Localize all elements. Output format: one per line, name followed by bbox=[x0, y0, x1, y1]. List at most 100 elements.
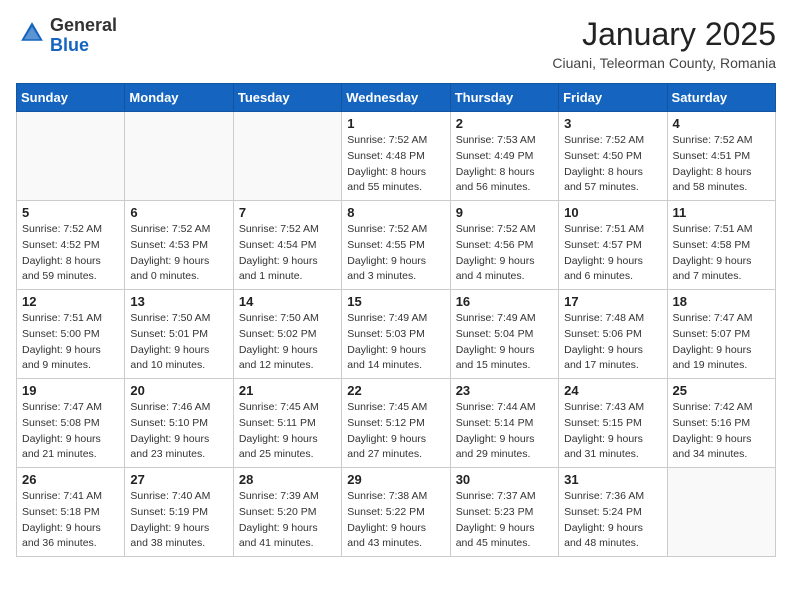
weekday-header-sunday: Sunday bbox=[17, 84, 125, 112]
day-number: 5 bbox=[22, 205, 119, 220]
logo-general-text: General bbox=[50, 15, 117, 35]
day-info: Sunrise: 7:39 AM Sunset: 5:20 PM Dayligh… bbox=[239, 489, 336, 552]
day-info: Sunrise: 7:40 AM Sunset: 5:19 PM Dayligh… bbox=[130, 489, 227, 552]
calendar-cell: 20Sunrise: 7:46 AM Sunset: 5:10 PM Dayli… bbox=[125, 379, 233, 468]
day-info: Sunrise: 7:52 AM Sunset: 4:55 PM Dayligh… bbox=[347, 222, 444, 285]
calendar-cell: 27 Sunrise: 7:40 AM Sunset: 5:19 PM Dayli… bbox=[125, 468, 233, 557]
day-info: Sunrise: 7:47 AM Sunset: 5:08 PM Dayligh… bbox=[22, 400, 119, 463]
title-area: January 2025 Ciuani, Teleorman County, R… bbox=[552, 16, 776, 71]
calendar-cell bbox=[125, 112, 233, 201]
calendar-cell: 8 Sunrise: 7:52 AM Sunset: 4:55 PM Daylig… bbox=[342, 201, 450, 290]
day-number: 16 bbox=[456, 294, 553, 309]
day-info: Sunrise: 7:52 AM Sunset: 4:48 PM Dayligh… bbox=[347, 133, 444, 196]
day-number: 8 bbox=[347, 205, 444, 220]
day-number: 4 bbox=[673, 116, 770, 131]
day-number: 27 bbox=[130, 472, 227, 487]
weekday-header-friday: Friday bbox=[559, 84, 667, 112]
day-info: Sunrise: 7:49 AM Sunset: 5:04 PM Dayligh… bbox=[456, 311, 553, 374]
calendar-cell: 29 Sunrise: 7:38 AM Sunset: 5:22 PM Dayli… bbox=[342, 468, 450, 557]
calendar-cell: 25 Sunrise: 7:42 AM Sunset: 5:16 PM Dayli… bbox=[667, 379, 775, 468]
day-number: 26 bbox=[22, 472, 119, 487]
calendar-cell bbox=[667, 468, 775, 557]
day-number: 31 bbox=[564, 472, 661, 487]
page-header: General Blue January 2025 Ciuani, Teleor… bbox=[16, 16, 776, 71]
day-number: 25 bbox=[673, 383, 770, 398]
calendar-cell: 10Sunrise: 7:51 AM Sunset: 4:57 PM Dayli… bbox=[559, 201, 667, 290]
location-text: Ciuani, Teleorman County, Romania bbox=[552, 55, 776, 71]
day-info: Sunrise: 7:50 AM Sunset: 5:01 PM Dayligh… bbox=[130, 311, 227, 374]
calendar-week-row: 19 Sunrise: 7:47 AM Sunset: 5:08 PM Dayli… bbox=[17, 379, 776, 468]
calendar-week-row: 5Sunrise: 7:52 AM Sunset: 4:52 PM Daylig… bbox=[17, 201, 776, 290]
calendar-cell: 14Sunrise: 7:50 AM Sunset: 5:02 PM Dayli… bbox=[233, 290, 341, 379]
calendar-table: SundayMondayTuesdayWednesdayThursdayFrid… bbox=[16, 83, 776, 557]
logo-icon bbox=[18, 19, 46, 47]
day-info: Sunrise: 7:51 AM Sunset: 4:58 PM Dayligh… bbox=[673, 222, 770, 285]
day-number: 18 bbox=[673, 294, 770, 309]
day-number: 24 bbox=[564, 383, 661, 398]
calendar-cell bbox=[17, 112, 125, 201]
weekday-header-tuesday: Tuesday bbox=[233, 84, 341, 112]
day-info: Sunrise: 7:38 AM Sunset: 5:22 PM Dayligh… bbox=[347, 489, 444, 552]
calendar-cell: 2 Sunrise: 7:53 AM Sunset: 4:49 PM Daylig… bbox=[450, 112, 558, 201]
calendar-cell: 31 Sunrise: 7:36 AM Sunset: 5:24 PM Dayli… bbox=[559, 468, 667, 557]
weekday-header-row: SundayMondayTuesdayWednesdayThursdayFrid… bbox=[17, 84, 776, 112]
day-number: 1 bbox=[347, 116, 444, 131]
day-number: 23 bbox=[456, 383, 553, 398]
calendar-cell: 7Sunrise: 7:52 AM Sunset: 4:54 PM Daylig… bbox=[233, 201, 341, 290]
day-info: Sunrise: 7:52 AM Sunset: 4:50 PM Dayligh… bbox=[564, 133, 661, 196]
day-number: 17 bbox=[564, 294, 661, 309]
day-number: 21 bbox=[239, 383, 336, 398]
calendar-cell: 30 Sunrise: 7:37 AM Sunset: 5:23 PM Dayli… bbox=[450, 468, 558, 557]
calendar-cell: 21 Sunrise: 7:45 AM Sunset: 5:11 PM Dayli… bbox=[233, 379, 341, 468]
calendar-cell: 28 Sunrise: 7:39 AM Sunset: 5:20 PM Dayli… bbox=[233, 468, 341, 557]
calendar-cell: 9 Sunrise: 7:52 AM Sunset: 4:56 PM Daylig… bbox=[450, 201, 558, 290]
logo-blue-text: Blue bbox=[50, 35, 89, 55]
day-number: 29 bbox=[347, 472, 444, 487]
day-number: 2 bbox=[456, 116, 553, 131]
day-info: Sunrise: 7:45 AM Sunset: 5:12 PM Dayligh… bbox=[347, 400, 444, 463]
calendar-cell: 23 Sunrise: 7:44 AM Sunset: 5:14 PM Dayli… bbox=[450, 379, 558, 468]
day-info: Sunrise: 7:43 AM Sunset: 5:15 PM Dayligh… bbox=[564, 400, 661, 463]
day-number: 22 bbox=[347, 383, 444, 398]
day-number: 9 bbox=[456, 205, 553, 220]
weekday-header-thursday: Thursday bbox=[450, 84, 558, 112]
calendar-cell: 26 Sunrise: 7:41 AM Sunset: 5:18 PM Dayli… bbox=[17, 468, 125, 557]
day-info: Sunrise: 7:49 AM Sunset: 5:03 PM Dayligh… bbox=[347, 311, 444, 374]
month-title: January 2025 bbox=[552, 16, 776, 53]
day-number: 28 bbox=[239, 472, 336, 487]
day-info: Sunrise: 7:36 AM Sunset: 5:24 PM Dayligh… bbox=[564, 489, 661, 552]
day-number: 20 bbox=[130, 383, 227, 398]
day-number: 19 bbox=[22, 383, 119, 398]
day-number: 13 bbox=[130, 294, 227, 309]
calendar-week-row: 1 Sunrise: 7:52 AM Sunset: 4:48 PM Daylig… bbox=[17, 112, 776, 201]
calendar-week-row: 12Sunrise: 7:51 AM Sunset: 5:00 PM Dayli… bbox=[17, 290, 776, 379]
day-info: Sunrise: 7:42 AM Sunset: 5:16 PM Dayligh… bbox=[673, 400, 770, 463]
day-info: Sunrise: 7:51 AM Sunset: 4:57 PM Dayligh… bbox=[564, 222, 661, 285]
calendar-cell: 15 Sunrise: 7:49 AM Sunset: 5:03 PM Dayli… bbox=[342, 290, 450, 379]
day-info: Sunrise: 7:44 AM Sunset: 5:14 PM Dayligh… bbox=[456, 400, 553, 463]
day-info: Sunrise: 7:37 AM Sunset: 5:23 PM Dayligh… bbox=[456, 489, 553, 552]
day-info: Sunrise: 7:50 AM Sunset: 5:02 PM Dayligh… bbox=[239, 311, 336, 374]
day-info: Sunrise: 7:52 AM Sunset: 4:56 PM Dayligh… bbox=[456, 222, 553, 285]
day-info: Sunrise: 7:52 AM Sunset: 4:53 PM Dayligh… bbox=[130, 222, 227, 285]
calendar-cell: 5Sunrise: 7:52 AM Sunset: 4:52 PM Daylig… bbox=[17, 201, 125, 290]
day-number: 3 bbox=[564, 116, 661, 131]
weekday-header-saturday: Saturday bbox=[667, 84, 775, 112]
calendar-cell: 4 Sunrise: 7:52 AM Sunset: 4:51 PM Daylig… bbox=[667, 112, 775, 201]
day-info: Sunrise: 7:47 AM Sunset: 5:07 PM Dayligh… bbox=[673, 311, 770, 374]
day-info: Sunrise: 7:45 AM Sunset: 5:11 PM Dayligh… bbox=[239, 400, 336, 463]
calendar-cell: 22 Sunrise: 7:45 AM Sunset: 5:12 PM Dayli… bbox=[342, 379, 450, 468]
day-info: Sunrise: 7:41 AM Sunset: 5:18 PM Dayligh… bbox=[22, 489, 119, 552]
calendar-week-row: 26 Sunrise: 7:41 AM Sunset: 5:18 PM Dayli… bbox=[17, 468, 776, 557]
day-info: Sunrise: 7:53 AM Sunset: 4:49 PM Dayligh… bbox=[456, 133, 553, 196]
day-number: 30 bbox=[456, 472, 553, 487]
day-number: 15 bbox=[347, 294, 444, 309]
calendar-cell: 19 Sunrise: 7:47 AM Sunset: 5:08 PM Dayli… bbox=[17, 379, 125, 468]
day-info: Sunrise: 7:52 AM Sunset: 4:51 PM Dayligh… bbox=[673, 133, 770, 196]
calendar-cell: 11Sunrise: 7:51 AM Sunset: 4:58 PM Dayli… bbox=[667, 201, 775, 290]
calendar-cell: 12Sunrise: 7:51 AM Sunset: 5:00 PM Dayli… bbox=[17, 290, 125, 379]
weekday-header-monday: Monday bbox=[125, 84, 233, 112]
calendar-cell: 3 Sunrise: 7:52 AM Sunset: 4:50 PM Daylig… bbox=[559, 112, 667, 201]
day-info: Sunrise: 7:52 AM Sunset: 4:54 PM Dayligh… bbox=[239, 222, 336, 285]
day-info: Sunrise: 7:51 AM Sunset: 5:00 PM Dayligh… bbox=[22, 311, 119, 374]
